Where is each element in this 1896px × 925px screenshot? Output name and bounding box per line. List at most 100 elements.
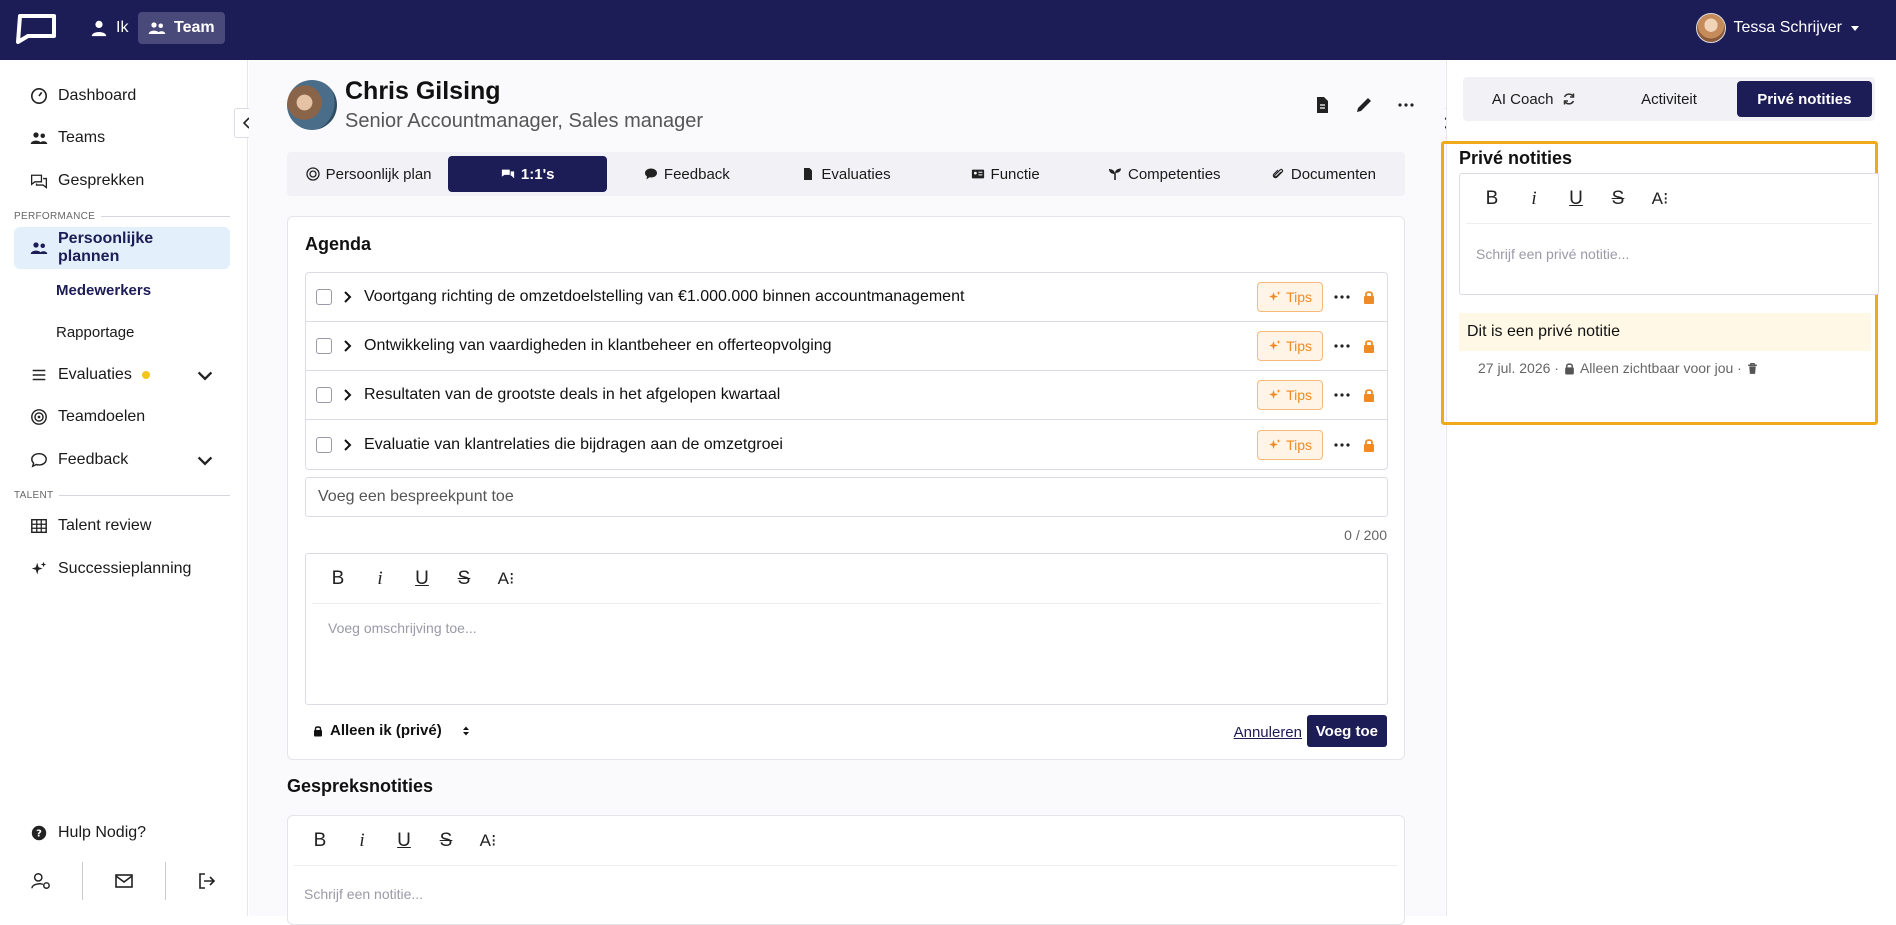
tab-documenten[interactable]: Documenten: [1244, 156, 1403, 192]
person-name: Chris Gilsing: [345, 77, 501, 105]
agenda-item[interactable]: Evaluatie van klantrelaties die bijdrage…: [306, 420, 1387, 469]
tab-one-on-ones[interactable]: 1:1's: [448, 156, 608, 192]
sidebar-item-talent-review[interactable]: Talent review: [14, 506, 230, 546]
agenda-item-checkbox[interactable]: [316, 387, 332, 403]
agenda-item-checkbox[interactable]: [316, 289, 332, 305]
notes-placeholder: Schrijf een notitie...: [304, 886, 424, 902]
sidebar-item-feedback[interactable]: Feedback: [14, 440, 230, 480]
underline-button[interactable]: U: [1566, 188, 1586, 210]
sidebar-item-dashboard[interactable]: Dashboard: [14, 76, 230, 116]
tips-button[interactable]: Tips: [1257, 331, 1323, 361]
agenda-item-text: Evaluatie van klantrelaties die bijdrage…: [364, 435, 783, 453]
sidebar-sub-rapportage[interactable]: Rapportage: [56, 324, 134, 341]
private-note-meta: 27 jul. 2026 · Alleen zichtbaar voor jou…: [1478, 360, 1759, 376]
bold-button[interactable]: B: [328, 568, 348, 590]
more-icon[interactable]: [1333, 337, 1351, 355]
nav-me[interactable]: Ik: [80, 12, 138, 44]
trash-icon[interactable]: [1746, 362, 1759, 375]
note-date: 27 jul. 2026 ·: [1478, 360, 1559, 376]
more-icon[interactable]: [1333, 386, 1351, 404]
settings-button[interactable]: [0, 862, 83, 900]
chevron-right-icon[interactable]: [342, 340, 354, 352]
agenda-item[interactable]: Voortgang richting de omzetdoelstelling …: [306, 273, 1387, 322]
sidebar-item-teams[interactable]: Teams: [14, 118, 230, 158]
messages-button[interactable]: [83, 862, 166, 900]
font-size-button[interactable]: A⁝: [478, 831, 498, 851]
more-icon[interactable]: [1333, 288, 1351, 306]
tips-button[interactable]: Tips: [1257, 380, 1323, 410]
font-size-button[interactable]: A⁝: [1650, 189, 1670, 209]
user-gear-icon: [31, 873, 50, 889]
user-name: Tessa Schrijver: [1733, 19, 1842, 36]
chat-icon: [30, 174, 48, 189]
tab-label: Persoonlijk plan: [325, 165, 432, 183]
sidebar-sub-medewerkers[interactable]: Medewerkers: [56, 282, 151, 299]
sidebar-item-label: Talent review: [58, 517, 152, 534]
conversation-notes-title: Gespreksnotities: [287, 776, 434, 796]
right-panel-tabs: AI Coach Activiteit Privé notities: [1463, 77, 1875, 121]
italic-button[interactable]: i: [1524, 188, 1544, 210]
agenda-item[interactable]: Resultaten van de grootste deals in het …: [306, 371, 1387, 420]
italic-button[interactable]: i: [352, 830, 372, 852]
conversation-notes-editor[interactable]: B i U S A⁝ Schrijf een notitie...: [287, 815, 1405, 925]
main-content: Chris Gilsing Senior Accountmanager, Sal…: [249, 60, 1445, 925]
tips-label: Tips: [1286, 338, 1312, 354]
logout-icon: [199, 873, 216, 889]
logout-button[interactable]: [166, 862, 248, 900]
sidebar-item-personal-plans[interactable]: Persoonlijke plannen: [14, 227, 230, 269]
tab-personal-plan[interactable]: Persoonlijk plan: [289, 156, 448, 192]
more-icon[interactable]: [1333, 436, 1351, 454]
person-avatar: [287, 80, 337, 130]
agenda-item[interactable]: Ontwikkeling van vaardigheden in klantbe…: [306, 322, 1387, 371]
user-menu[interactable]: Tessa Schrijver: [1695, 12, 1860, 44]
bold-button[interactable]: B: [1482, 188, 1502, 210]
sidebar-item-successieplanning[interactable]: Successieplanning: [14, 549, 230, 589]
file-icon: [804, 168, 813, 180]
tab-feedback[interactable]: Feedback: [607, 156, 766, 192]
bold-button[interactable]: B: [310, 830, 330, 852]
italic-button[interactable]: i: [370, 568, 390, 590]
tab-competenties[interactable]: Competenties: [1085, 156, 1244, 192]
chevron-right-icon[interactable]: [342, 389, 354, 401]
sidebar-footer: [0, 846, 248, 916]
list-icon: [32, 369, 46, 381]
tips-button[interactable]: Tips: [1257, 282, 1323, 312]
privacy-selector[interactable]: Alleen ik (privé): [312, 722, 472, 739]
sparkles-icon: [1269, 340, 1281, 350]
tab-ai-coach[interactable]: AI Coach: [1466, 81, 1601, 117]
caret-down-icon: [1851, 26, 1859, 31]
sidebar-item-teamdoelen[interactable]: Teamdoelen: [14, 397, 230, 437]
strike-button[interactable]: S: [454, 568, 474, 590]
cancel-link[interactable]: Annuleren: [1234, 724, 1302, 741]
tab-activiteit[interactable]: Activiteit: [1601, 81, 1736, 117]
file-icon[interactable]: [1313, 96, 1331, 114]
sidebar-item-evaluaties[interactable]: Evaluaties: [14, 355, 230, 395]
app-logo-icon[interactable]: [14, 12, 58, 44]
nav-team[interactable]: Team: [138, 12, 225, 44]
tips-label: Tips: [1286, 436, 1312, 453]
description-editor[interactable]: B i U S A⁝ Voeg omschrijving toe...: [305, 553, 1388, 705]
underline-button[interactable]: U: [412, 568, 432, 590]
font-size-button[interactable]: A⁝: [496, 569, 516, 589]
add-point-input[interactable]: Voeg een bespreekpunt toe: [305, 477, 1388, 517]
description-placeholder: Voeg omschrijving toe...: [328, 620, 477, 636]
tab-evaluaties[interactable]: Evaluaties: [766, 156, 925, 192]
tab-functie[interactable]: Functie: [926, 156, 1085, 192]
more-icon[interactable]: [1397, 96, 1415, 114]
users-icon: [30, 132, 48, 144]
section-talent: TALENT: [14, 490, 230, 501]
underline-button[interactable]: U: [394, 830, 414, 852]
chevron-right-icon[interactable]: [342, 291, 354, 303]
tab-private-notes[interactable]: Privé notities: [1736, 81, 1872, 117]
chevron-right-icon[interactable]: [342, 438, 354, 451]
private-note-editor[interactable]: B i U S A⁝ Schrijf een privé notitie...: [1459, 173, 1879, 295]
agenda-title: Agenda: [305, 234, 372, 254]
sidebar-item-gesprekken[interactable]: Gesprekken: [14, 161, 230, 201]
agenda-item-checkbox[interactable]: [316, 436, 332, 453]
tips-button[interactable]: Tips: [1257, 429, 1323, 460]
strike-button[interactable]: S: [436, 830, 456, 852]
agenda-item-checkbox[interactable]: [316, 338, 332, 354]
add-button[interactable]: Voeg toe: [1306, 715, 1387, 747]
pencil-icon[interactable]: [1355, 96, 1373, 114]
strike-button[interactable]: S: [1608, 188, 1628, 210]
